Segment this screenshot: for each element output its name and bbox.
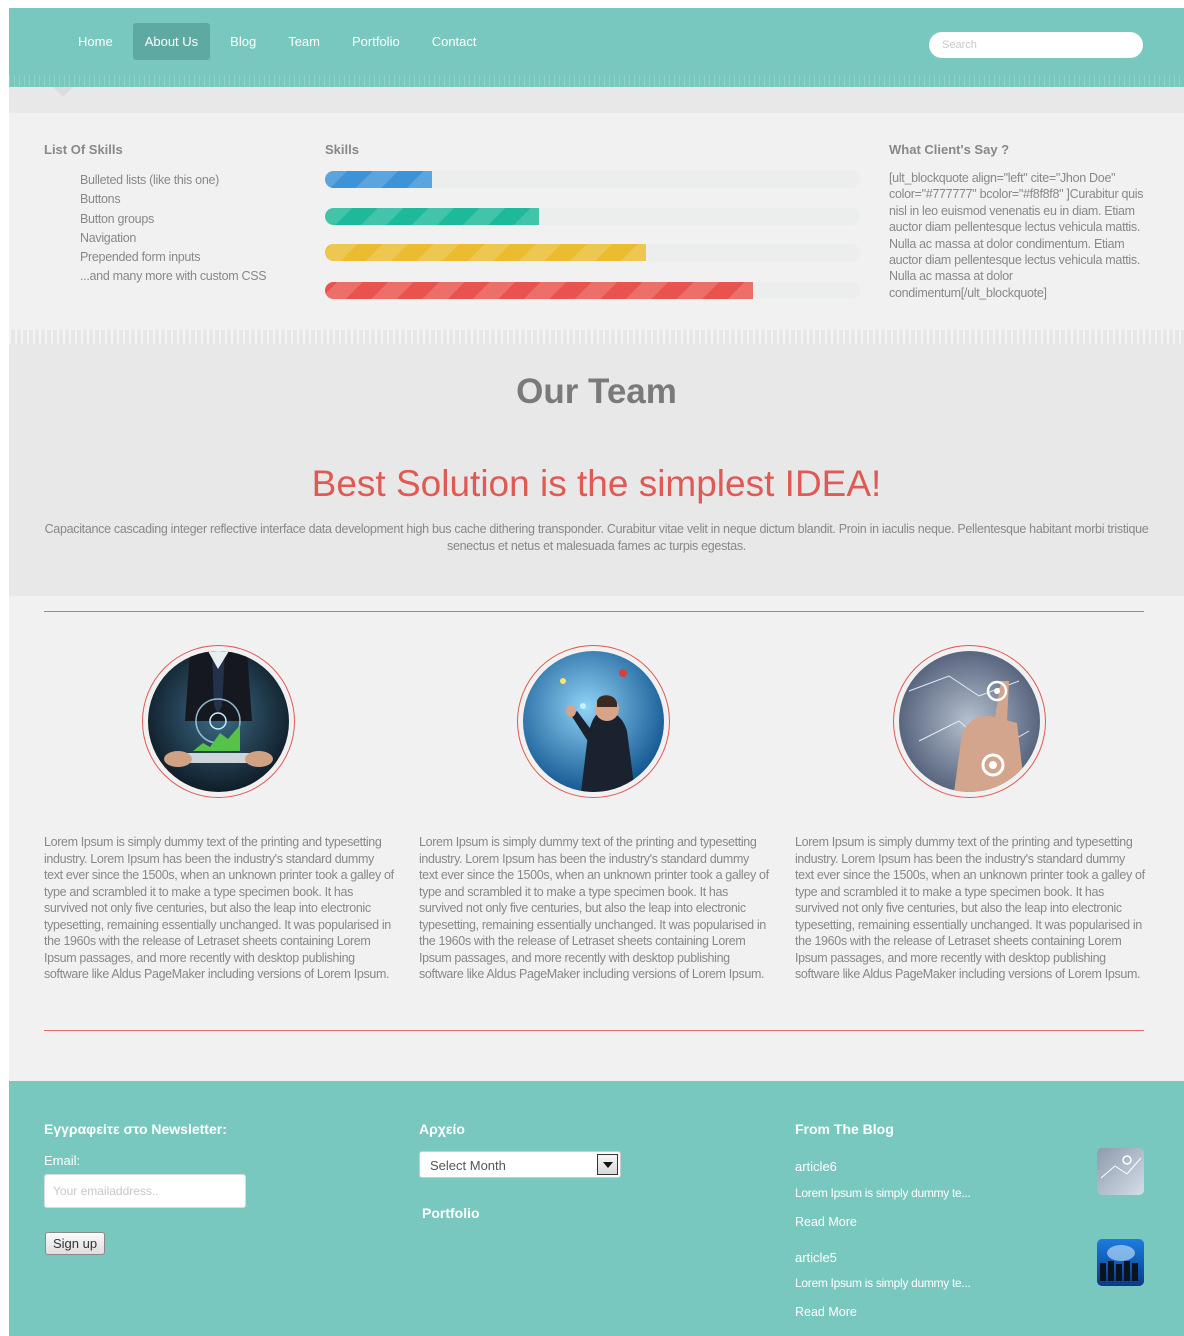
email-field[interactable] — [44, 1174, 246, 1208]
page: Home About Us Blog Team Portfolio Contac… — [9, 8, 1184, 1336]
member-bio: Lorem Ipsum is simply dummy text of the … — [795, 835, 1145, 981]
article-excerpt: Lorem Ipsum is simply dummy te... — [795, 1276, 971, 1290]
site-header: Home About Us Blog Team Portfolio Contac… — [9, 8, 1184, 87]
skills-list-heading: List Of Skills — [44, 142, 123, 157]
chevron-down-icon[interactable] — [597, 1154, 618, 1175]
skills-heading: Skills — [325, 142, 359, 157]
list-item: ...and many more with custom CSS — [80, 269, 267, 284]
team-headline: Best Solution is the simplest IDEA! — [311, 463, 882, 504]
portfolio-link[interactable]: Portfolio — [422, 1205, 480, 1221]
active-nav-pointer — [53, 87, 73, 97]
skill-bar-track — [325, 208, 860, 225]
businessman-touchscreen-image — [523, 651, 664, 792]
article-thumbnail[interactable] — [1097, 1239, 1144, 1286]
month-select[interactable]: Select Month — [419, 1151, 621, 1178]
divider — [44, 1030, 1144, 1031]
article-thumbnail[interactable] — [1097, 1148, 1144, 1195]
skill-bar-fill — [325, 208, 539, 225]
main-nav: Home About Us Blog Team Portfolio Contac… — [66, 23, 497, 60]
site-footer: Εγγραφείτε στο Newsletter: Email: Sign u… — [9, 1081, 1184, 1336]
skill-bar-fill — [325, 282, 753, 299]
member-photo — [893, 645, 1046, 798]
article-title[interactable]: article5 — [795, 1250, 837, 1265]
team-title: Our Team — [516, 372, 677, 411]
nav-home[interactable]: Home — [66, 23, 125, 60]
header-band — [9, 87, 1184, 113]
business-team-thumbnail-image — [1097, 1239, 1144, 1286]
skill-bar-fill — [325, 171, 432, 188]
skill-bar-track — [325, 282, 860, 299]
month-select-value: Select Month — [430, 1158, 506, 1173]
skill-bar-fill — [325, 244, 646, 261]
list-item: Prepended form inputs — [80, 250, 201, 265]
list-item: Navigation — [80, 230, 137, 245]
team-fringe-decoration — [9, 330, 1184, 344]
member-bio: Lorem Ipsum is simply dummy text of the … — [419, 835, 769, 981]
nav-portfolio[interactable]: Portfolio — [340, 23, 412, 60]
article-title[interactable]: article6 — [795, 1159, 837, 1174]
businessman-tablet-image — [148, 651, 289, 792]
newsletter-heading: Εγγραφείτε στο Newsletter: — [44, 1121, 227, 1137]
divider — [44, 611, 1144, 612]
client-quote: [ult_blockquote align="left" cite="Jhon … — [889, 171, 1144, 300]
nav-about-us[interactable]: About Us — [132, 23, 211, 60]
team-description: Capacitance cascading integer reflective… — [44, 522, 1149, 553]
search-input[interactable] — [929, 32, 1143, 58]
header-fringe-decoration — [9, 75, 1184, 87]
archive-heading: Αρχείο — [419, 1121, 465, 1137]
read-more-link[interactable]: Read More — [795, 1215, 857, 1229]
nav-contact[interactable]: Contact — [420, 23, 489, 60]
read-more-link[interactable]: Read More — [795, 1305, 857, 1319]
nav-blog[interactable]: Blog — [218, 23, 268, 60]
list-item: Buttons — [80, 192, 121, 207]
nav-team[interactable]: Team — [276, 23, 332, 60]
clients-heading: What Client's Say ? — [889, 142, 1010, 157]
member-bio: Lorem Ipsum is simply dummy text of the … — [44, 835, 394, 981]
blog-heading: From The Blog — [795, 1121, 894, 1137]
list-item: Button groups — [80, 211, 154, 226]
hand-network-map-image — [899, 651, 1040, 792]
signup-button[interactable]: Sign up — [45, 1232, 105, 1255]
network-thumbnail-image — [1097, 1148, 1144, 1195]
article-excerpt: Lorem Ipsum is simply dummy te... — [795, 1186, 971, 1200]
skill-bar-track — [325, 171, 860, 188]
member-photo — [142, 645, 295, 798]
list-item: Bulleted lists (like this one) — [80, 173, 219, 187]
member-photo — [517, 645, 670, 798]
skill-bar-track — [325, 244, 860, 261]
team-section: Our Team Best Solution is the simplest I… — [9, 344, 1184, 596]
email-label: Email: — [44, 1153, 81, 1168]
skills-list: Bulleted lists (like this one) Buttons B… — [80, 171, 267, 287]
